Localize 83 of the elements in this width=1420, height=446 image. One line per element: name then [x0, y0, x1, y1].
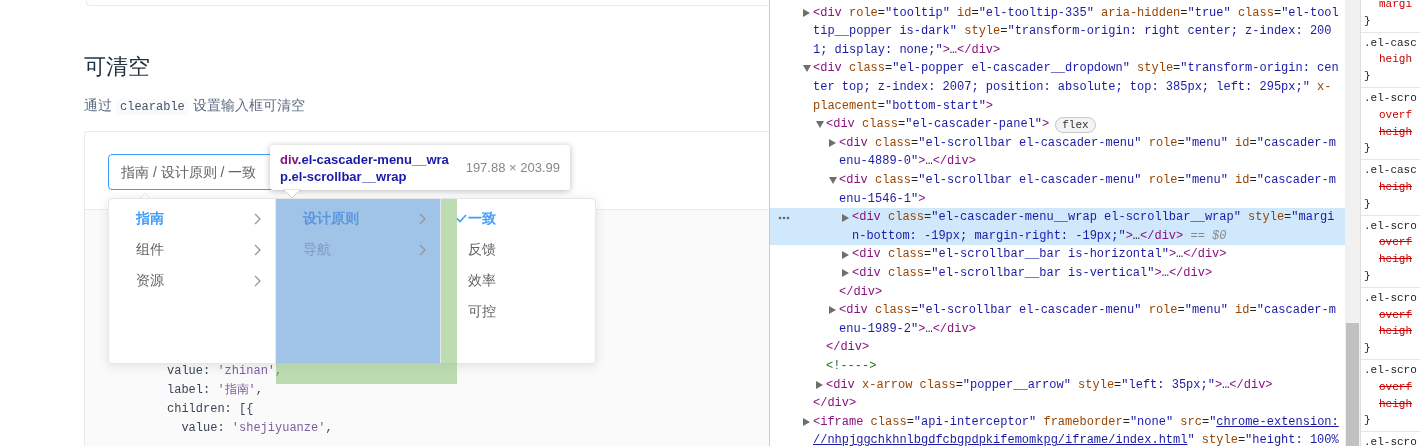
code-line: <div class="el-scrollbar__bar is-horizontal">…</div>: [852, 246, 1227, 264]
css-property: heigh: [1378, 52, 1412, 68]
code-line: 1; display: none;">…</div>: [813, 41, 1001, 59]
code-line: <iframe class="api-interceptor" frameborder="none" src="chrome-extension:: [813, 413, 1339, 431]
code-line: <div class="el-popper el-cascader__dropdown" style="transform-origin: cen: [813, 60, 1339, 78]
css-selector: .el-casc: [1364, 163, 1417, 179]
css-property: heigh: [1378, 252, 1412, 268]
closing-brace: }: [1364, 268, 1371, 284]
code-line: placement="bottom-start">: [813, 97, 994, 115]
code-line: <div class="el-cascader-panel">: [826, 116, 1050, 134]
triangle-right-icon[interactable]: [842, 269, 849, 278]
code-line: </div>: [813, 395, 857, 413]
code-line: children: [{: [167, 401, 254, 418]
css-selector: .el-scro: [1364, 91, 1417, 106]
closing-brace: }: [1364, 69, 1371, 85]
closing-brace: }: [1364, 413, 1371, 429]
flex-badge[interactable]: flex: [1055, 116, 1096, 133]
closing-brace: }: [1364, 13, 1371, 29]
css-selector: .el-scro: [1364, 435, 1417, 446]
section-description: 通过 clearable 设置输入框可清空: [84, 96, 306, 117]
element-size: 197.88 × 203.99: [465, 160, 560, 175]
cascader-option[interactable]: 反馈: [441, 234, 595, 265]
check-icon: [456, 214, 467, 223]
code-line: value: 'shejiyuanze',: [180, 420, 333, 437]
css-property: margi: [1378, 0, 1412, 12]
selected-node-highlight[interactable]: <div class="el-cascader-menu__wrap el-scrollbar__wrap" style="margi n-bottom: -19px; margin-right: -19px;">…</div> == $0: [770, 208, 1345, 246]
triangle-right-icon[interactable]: [803, 9, 810, 17]
closing-brace: }: [1364, 196, 1371, 212]
code-line: enu-1546-1">: [839, 190, 926, 208]
section-title: 可清空: [84, 53, 151, 81]
triangle-right-icon[interactable]: [829, 139, 836, 148]
code-line: <div class="el-scrollbar el-cascader-menu" role="menu" id="cascader-m: [839, 302, 1336, 320]
scrollbar-track[interactable]: [1345, 0, 1360, 446]
code-line: enu-4889-0">…</div>: [839, 153, 976, 171]
code-line: <div x-arrow class="popper__arrow" style="left: 35px;">…</div>: [826, 376, 1273, 394]
triangle-right-icon[interactable]: [816, 380, 823, 389]
css-property: overf: [1378, 307, 1412, 323]
chevron-right-icon: [254, 243, 261, 256]
css-selector: .el-scro: [1364, 362, 1417, 378]
css-selector: .el-scro: [1364, 290, 1417, 306]
css-property: heigh: [1378, 124, 1412, 140]
css-selector: .el-casc: [1364, 35, 1417, 51]
css-property: heigh: [1378, 179, 1412, 195]
triangle-right-icon[interactable]: [829, 306, 836, 315]
scrollbar-thumb[interactable]: [1346, 323, 1359, 446]
triangle-right-icon[interactable]: [842, 250, 849, 259]
closing-brace: }: [1364, 341, 1371, 357]
css-property: heigh: [1378, 396, 1412, 412]
closing-brace: }: [1364, 141, 1371, 157]
code-line: ter top; z-index: 2007; position: absolute; top: 385px; left: 295px;" x-: [813, 79, 1332, 97]
triangle-right-icon[interactable]: [803, 418, 810, 427]
code-line: <div class="el-scrollbar el-cascader-menu" role="menu" id="cascader-m: [839, 134, 1336, 152]
triangle-down-icon[interactable]: [829, 176, 837, 184]
cascader-option[interactable]: 可控: [441, 296, 595, 327]
code-line: <div class="el-scrollbar el-cascader-menu" role="menu" id="cascader-m: [839, 172, 1336, 190]
code-line: <div class="el-scrollbar__bar is-vertical">…</div>: [852, 265, 1213, 282]
cascader-option[interactable]: 组件: [109, 234, 275, 265]
css-property: overf: [1378, 107, 1412, 123]
css-selector: .el-scro: [1364, 218, 1417, 234]
css-property: heigh: [1378, 324, 1412, 340]
link[interactable]: chrome-extension:: [1216, 414, 1339, 429]
cascader-option[interactable]: 资源: [109, 265, 275, 296]
code-line: <div class="el-cascader-menu__wrap el-scrollbar__wrap" style="margi: [852, 209, 1335, 227]
code-line: tip__popper is-dark" style="transform-origin: right center; z-index: 200: [813, 23, 1332, 41]
code-line: </div>: [826, 339, 870, 357]
css-property: overf: [1378, 235, 1412, 251]
cascader-option[interactable]: 效率: [441, 265, 595, 296]
link[interactable]: //nhpjggchkhnlbgdfcbgpdpkifemomkpg/iframe/index.html: [813, 433, 1188, 446]
chevron-right-icon: [254, 212, 261, 225]
triangle-right-icon[interactable]: [842, 213, 849, 222]
code-line: <div role="tooltip" id="el-tooltip-335" aria-hidden="true" class="el-tool: [813, 4, 1339, 22]
triangle-down-icon[interactable]: [803, 65, 811, 73]
code-line: <!---->: [826, 357, 877, 375]
chevron-right-icon: [254, 274, 261, 287]
code-line: //nhpjggchkhnlbgdfcbgpdpkifemomkpg/iframe/index.html" style="height: 100%: [813, 432, 1339, 446]
triangle-down-icon[interactable]: [816, 121, 824, 129]
code-line: </div>: [839, 283, 883, 301]
more-dots-icon[interactable]: [778, 215, 790, 220]
code-line: label: '指南',: [167, 382, 264, 399]
code-line: enu-1989-2">…</div>: [839, 320, 976, 338]
code-line: value: 'zhinan',: [167, 363, 283, 380]
code-line: n-bottom: -19px; margin-right: -19px;">…</div> == $0: [852, 227, 1227, 245]
css-property: overf: [1378, 379, 1412, 395]
